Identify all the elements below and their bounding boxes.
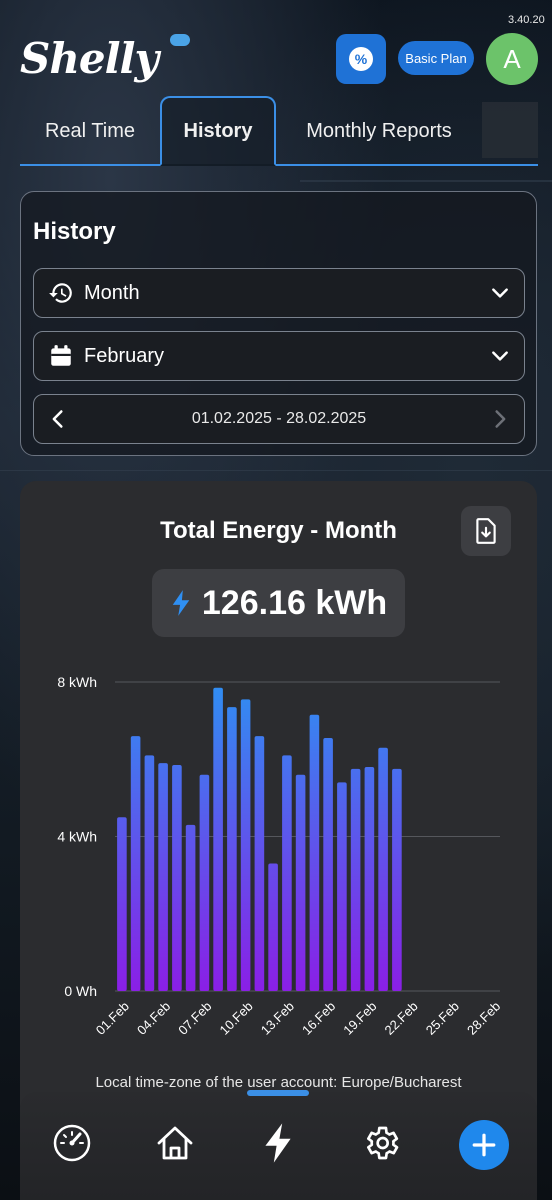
- shelly-logo: Shelly: [20, 34, 159, 83]
- total-energy-value: 126.16 kWh: [201, 583, 388, 622]
- date-range-navigator: 01.02.2025 - 28.02.2025: [33, 394, 525, 444]
- timezone-note: Local time-zone of the user account: Eur…: [95, 1074, 462, 1091]
- bar-09.Feb[interactable]: [227, 707, 237, 991]
- x-tick-label: 28.Feb: [464, 999, 503, 1038]
- month-select[interactable]: February: [33, 331, 525, 381]
- month-select-value: February: [84, 344, 165, 367]
- energy-bolt-icon: [265, 1123, 291, 1163]
- add-plus-icon: [472, 1133, 496, 1157]
- bar-07.Feb[interactable]: [199, 774, 210, 991]
- lightning-icon: [172, 590, 190, 616]
- y-tick-label: 0 Wh: [64, 983, 97, 999]
- bar-19.Feb[interactable]: [364, 767, 375, 991]
- tab-real-time[interactable]: Real Time: [20, 96, 160, 166]
- chevron-down-icon: [492, 351, 508, 361]
- bar-12.Feb[interactable]: [268, 863, 278, 992]
- calendar-icon: [51, 345, 71, 366]
- bar-02.Feb[interactable]: [130, 736, 141, 991]
- x-tick-label: 07.Feb: [175, 999, 214, 1038]
- period-select-value: Month: [84, 281, 140, 304]
- bar-10.Feb[interactable]: [240, 699, 251, 991]
- x-tick-label: 13.Feb: [258, 999, 297, 1038]
- promo-button[interactable]: %: [336, 34, 386, 84]
- bar-14.Feb[interactable]: [295, 774, 306, 991]
- next-period-button[interactable]: [490, 409, 510, 429]
- bottom-navigation: [20, 1090, 537, 1200]
- background-decoration: [0, 470, 552, 471]
- total-energy-pill: 126.16 kWh: [152, 569, 405, 637]
- x-tick-label: 16.Feb: [299, 999, 338, 1038]
- y-tick-label: 4 kWh: [57, 829, 97, 845]
- bar-06.Feb[interactable]: [185, 824, 196, 991]
- nav-settings[interactable]: [359, 1121, 403, 1165]
- x-tick-label: 22.Feb: [382, 999, 421, 1038]
- bar-17.Feb[interactable]: [337, 782, 347, 991]
- bar-11.Feb[interactable]: [254, 736, 265, 991]
- energy-chart-card: Total Energy - Month 126.16 kWh 0 Wh 4 kW…: [20, 481, 537, 1121]
- bar-20.Feb[interactable]: [378, 747, 388, 991]
- nav-home[interactable]: [153, 1121, 197, 1165]
- chart-title: Total Energy - Month: [160, 517, 397, 544]
- y-tick-label: 8 kWh: [57, 674, 97, 690]
- file-download-icon: [476, 518, 496, 544]
- tab-monthly-reports[interactable]: Monthly Reports: [284, 96, 474, 166]
- previous-period-button[interactable]: [48, 409, 68, 429]
- bar-15.Feb[interactable]: [309, 714, 320, 991]
- energy-bar-chart: 0 Wh 4 kWh 8 kWh 01.Feb 04.Feb 07.Feb 10.Feb 13…: [57, 674, 503, 1038]
- percent-badge-icon: %: [349, 47, 373, 71]
- bar-13.Feb[interactable]: [282, 755, 292, 991]
- dashboard-gauge-icon: [53, 1124, 91, 1162]
- avatar[interactable]: A: [486, 33, 538, 85]
- x-tick-label: 10.Feb: [217, 999, 256, 1038]
- nav-energy[interactable]: [256, 1121, 300, 1165]
- bar-08.Feb[interactable]: [213, 687, 223, 991]
- drag-handle[interactable]: [247, 1090, 309, 1096]
- bar-01.Feb[interactable]: [117, 817, 127, 991]
- export-button[interactable]: [461, 506, 511, 556]
- home-icon: [157, 1126, 193, 1160]
- settings-gear-icon: [367, 1126, 399, 1160]
- logo-cloud-icon: [170, 34, 190, 46]
- nav-dashboard[interactable]: [50, 1121, 94, 1165]
- bar-05.Feb[interactable]: [172, 765, 182, 991]
- tab-bar: Real Time History Monthly Reports: [20, 96, 538, 166]
- add-device-button[interactable]: [459, 1120, 509, 1170]
- app-version: 3.40.20: [508, 14, 545, 26]
- tab-overflow[interactable]: [482, 102, 538, 158]
- plan-button[interactable]: Basic Plan: [398, 41, 474, 75]
- x-tick-label: 19.Feb: [340, 999, 379, 1038]
- bar-18.Feb[interactable]: [350, 768, 361, 991]
- tab-history[interactable]: History: [160, 96, 276, 166]
- history-card: History Month February 01.02.2025 - 28.0…: [20, 191, 537, 456]
- x-tick-label: 25.Feb: [423, 999, 462, 1038]
- period-select[interactable]: Month: [33, 268, 525, 318]
- bar-16.Feb[interactable]: [323, 738, 333, 991]
- x-tick-label: 04.Feb: [134, 999, 173, 1038]
- bar-03.Feb[interactable]: [144, 755, 155, 991]
- history-title: History: [33, 218, 116, 245]
- bar-21.Feb[interactable]: [392, 768, 402, 991]
- background-decoration: [300, 180, 552, 182]
- date-range-label: 01.02.2025 - 28.02.2025: [191, 410, 367, 427]
- chevron-down-icon: [492, 288, 508, 298]
- bar-04.Feb[interactable]: [158, 763, 168, 991]
- history-icon: [49, 283, 72, 303]
- x-tick-label: 01.Feb: [93, 999, 132, 1038]
